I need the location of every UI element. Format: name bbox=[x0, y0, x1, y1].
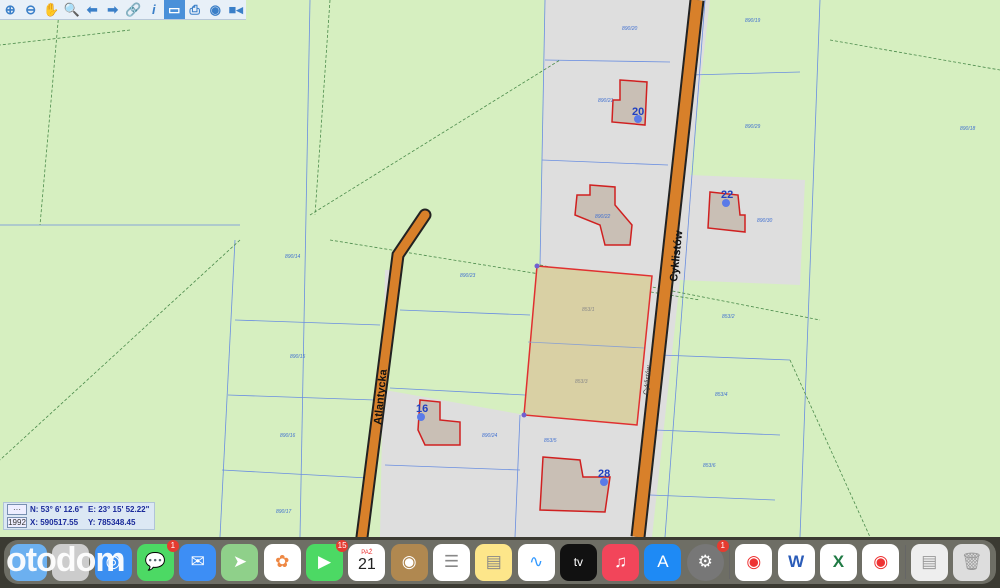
trash-icon[interactable]: 🗑 bbox=[953, 543, 991, 581]
calendar-icon[interactable]: PAŹ 21 bbox=[348, 543, 386, 581]
pan-hand-icon[interactable]: ✋ bbox=[41, 0, 62, 19]
longitude: E: 23° 15' 52.22" bbox=[88, 505, 150, 514]
parcel-label: 890/30 bbox=[757, 218, 773, 224]
parcel-label: 890/16 bbox=[280, 433, 296, 439]
parcel-label: 890/24 bbox=[482, 433, 498, 439]
document-icon[interactable]: ▤ bbox=[910, 543, 948, 581]
maps-icon[interactable]: ➤ bbox=[221, 543, 259, 581]
video-icon[interactable]: ■◂ bbox=[226, 0, 247, 19]
parcel-label: 890/19 bbox=[745, 18, 761, 24]
chrome-2-icon[interactable]: ◉ bbox=[862, 543, 900, 581]
parcel-label: 890/22 bbox=[595, 214, 611, 220]
app-store-icon[interactable]: A bbox=[644, 543, 682, 581]
music-icon[interactable]: ♫ bbox=[602, 543, 640, 581]
parcel-label: 890/17 bbox=[276, 509, 292, 515]
parcel-label: 890/20 bbox=[622, 26, 638, 32]
parcel-label: 890/15 bbox=[290, 354, 306, 360]
parcel-label: 853/4 bbox=[715, 392, 728, 398]
info-icon[interactable]: i bbox=[144, 0, 165, 19]
epsg-button[interactable]: 1992 bbox=[7, 517, 27, 528]
map-toolbar: ⊕ ⊖ ✋ 🔍 ⬅ ➡ 🔗 i ▭ ⎙ ◉ ■◂ bbox=[0, 0, 246, 20]
messages-icon[interactable]: 💬 1 bbox=[136, 539, 179, 581]
zoom-out-icon[interactable]: ⊖ bbox=[21, 0, 42, 19]
y-coordinate: Y: 785348.45 bbox=[88, 518, 136, 527]
parcel-label: 853/5 bbox=[544, 438, 557, 444]
forward-arrow-icon[interactable]: ➡ bbox=[103, 0, 124, 19]
parcel-label: 853/1 bbox=[582, 307, 595, 313]
cadastral-map[interactable]: Cyklistów Cyklistów Atlantycka 20 22 16 … bbox=[0, 0, 1000, 537]
facetime-icon[interactable]: ▶ 15 bbox=[306, 539, 349, 581]
word-icon[interactable]: W bbox=[777, 543, 815, 581]
excel-icon[interactable]: X bbox=[819, 543, 857, 581]
reminders-icon[interactable]: ☰ bbox=[432, 543, 470, 581]
system-settings-icon[interactable]: ⚙ 1 bbox=[686, 539, 729, 581]
mail-icon[interactable]: ✉ bbox=[179, 543, 217, 581]
globe-icon[interactable]: ◉ bbox=[205, 0, 226, 19]
apple-tv-icon[interactable]: tv bbox=[559, 543, 597, 581]
parcel-label: 890/18 bbox=[960, 126, 976, 132]
coord-format-button[interactable]: ··· bbox=[7, 504, 27, 515]
chrome-icon[interactable]: ◉ bbox=[735, 543, 773, 581]
x-coordinate: X: 590517.55 bbox=[30, 518, 79, 527]
parcel-label: 853/2 bbox=[722, 314, 735, 320]
parcel-label: 853/3 bbox=[575, 379, 588, 385]
otodom-watermark: otodom bbox=[6, 541, 126, 579]
photos-icon[interactable]: ✿ bbox=[263, 543, 301, 581]
parcel-label: 853/6 bbox=[703, 463, 716, 469]
link-icon[interactable]: 🔗 bbox=[123, 0, 144, 19]
print-icon[interactable]: ⎙ bbox=[185, 0, 206, 19]
macos-dock: ◎ 💬 1 ✉ ➤ ✿ ▶ 15 PAŹ 21 ◉ ☰ ▤ ∿ tv ♫ A ⚙ 1 ◉… bbox=[0, 537, 1000, 588]
parcel-label: 890/23 bbox=[460, 273, 476, 279]
zoom-window-icon[interactable]: 🔍 bbox=[62, 0, 83, 19]
parcel-label: 890/14 bbox=[285, 254, 301, 260]
contacts-icon[interactable]: ◉ bbox=[390, 543, 428, 581]
back-arrow-icon[interactable]: ⬅ bbox=[82, 0, 103, 19]
latitude: N: 53° 6' 12.6" bbox=[30, 505, 83, 514]
coordinates-panel: ··· N: 53° 6' 12.6" E: 23° 15' 52.22" 1992… bbox=[3, 502, 155, 530]
zoom-in-icon[interactable]: ⊕ bbox=[0, 0, 21, 19]
measure-ruler-icon[interactable]: ▭ bbox=[164, 0, 185, 19]
parcel-label: 890/21 bbox=[598, 98, 614, 104]
notes-icon[interactable]: ▤ bbox=[475, 543, 513, 581]
parcel-label: 890/29 bbox=[745, 124, 761, 130]
freeform-icon[interactable]: ∿ bbox=[517, 543, 555, 581]
